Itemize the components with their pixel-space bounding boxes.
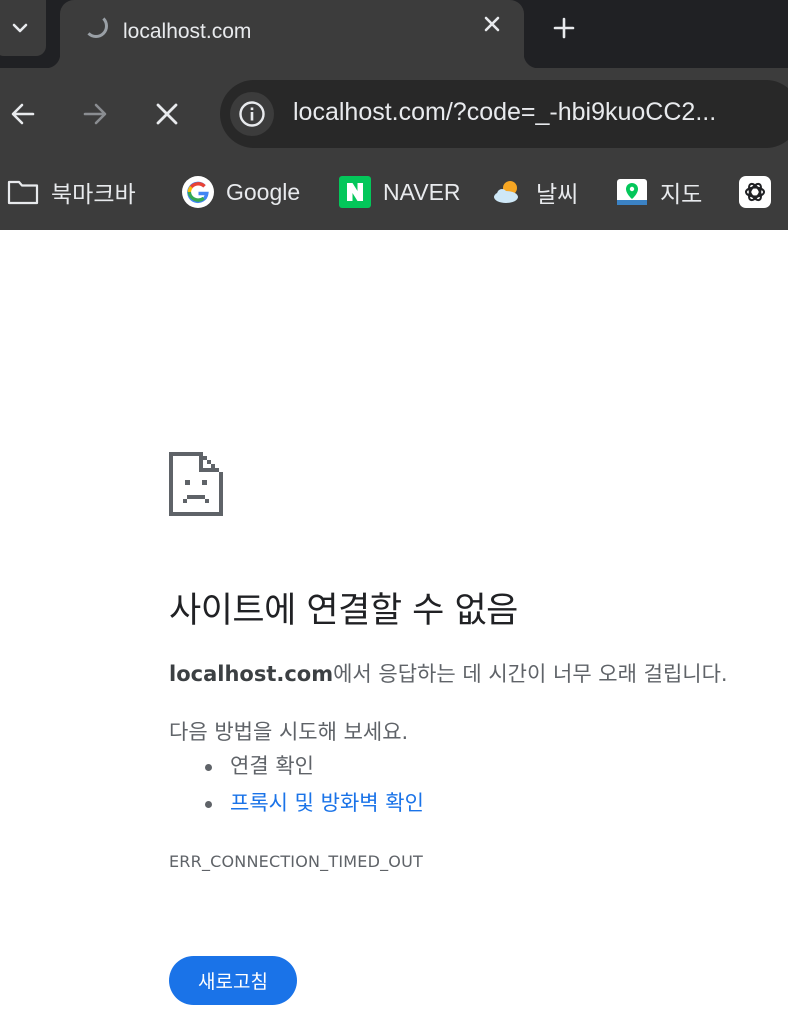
error-description: localhost.com에서 응답하는 데 시간이 너무 오래 걸립니다. xyxy=(169,658,728,688)
chevron-down-icon xyxy=(12,23,28,33)
bookmark-label: 북마크바 xyxy=(51,182,136,208)
bookmark-label: NAVER xyxy=(383,178,461,205)
chatgpt-icon xyxy=(739,176,771,208)
google-icon xyxy=(182,176,214,208)
active-tab[interactable]: localhost.com xyxy=(46,0,538,68)
tab-title: localhost.com xyxy=(123,20,252,43)
bookmark-label: 날씨 xyxy=(536,182,579,208)
error-description-text: 에서 응답하는 데 시간이 너무 오래 걸립니다. xyxy=(333,662,728,686)
bookmark-weather[interactable]: 날씨 xyxy=(492,172,578,212)
plus-icon xyxy=(553,17,575,39)
new-tab-button[interactable] xyxy=(550,14,578,42)
weather-icon xyxy=(492,176,524,208)
tab-strip: localhost.com xyxy=(0,0,788,68)
bookmark-chatgpt[interactable] xyxy=(739,172,771,212)
folder-icon xyxy=(7,176,39,208)
bookmark-label: Google xyxy=(226,178,301,205)
loading-spinner-icon xyxy=(84,14,108,38)
back-button[interactable] xyxy=(5,96,41,132)
bookmark-map[interactable]: 지도 xyxy=(616,172,702,212)
info-icon xyxy=(239,101,265,127)
error-page: 사이트에 연결할 수 없음 localhost.com에서 응답하는 데 시간이… xyxy=(0,230,788,1014)
arrow-left-icon xyxy=(11,103,35,125)
close-icon xyxy=(484,16,500,32)
sad-page-icon xyxy=(169,452,223,516)
arrow-right-icon xyxy=(83,103,107,125)
error-host: localhost.com xyxy=(169,662,334,686)
url-text[interactable]: localhost.com/?code=_-hbi9kuoCC2... xyxy=(293,98,716,127)
try-suggestions-intro: 다음 방법을 시도해 보세요. xyxy=(169,720,409,744)
tab-close-button[interactable] xyxy=(478,10,506,38)
bookmark-folder[interactable]: 북마크바 xyxy=(7,172,136,212)
close-icon xyxy=(156,103,178,125)
suggestions-list: 연결 확인 프록시 및 방화벽 확인 xyxy=(205,748,424,822)
browser-toolbar: localhost.com/?code=_-hbi9kuoCC2... xyxy=(0,68,788,162)
tab-search-button[interactable] xyxy=(0,0,46,56)
error-title: 사이트에 연결할 수 없음 xyxy=(169,591,518,631)
bookmark-label: 지도 xyxy=(660,182,703,208)
suggestion-check-connection: 연결 확인 xyxy=(205,748,424,785)
naver-icon xyxy=(339,176,371,208)
bookmarks-bar: 북마크바 Google NAVER 날씨 지도 xyxy=(0,162,788,230)
check-proxy-firewall-link[interactable]: 프록시 및 방화벽 확인 xyxy=(230,791,424,815)
reload-button[interactable]: 새로고침 xyxy=(169,956,297,1005)
stop-loading-button[interactable] xyxy=(149,96,185,132)
site-info-button[interactable] xyxy=(230,92,274,136)
address-bar[interactable]: localhost.com/?code=_-hbi9kuoCC2... xyxy=(220,80,788,148)
map-icon xyxy=(616,176,648,208)
forward-button[interactable] xyxy=(77,96,113,132)
suggestion-check-proxy: 프록시 및 방화벽 확인 xyxy=(205,785,424,822)
bookmark-google[interactable]: Google xyxy=(182,172,300,212)
error-code: ERR_CONNECTION_TIMED_OUT xyxy=(169,852,423,871)
bookmark-naver[interactable]: NAVER xyxy=(339,172,461,212)
